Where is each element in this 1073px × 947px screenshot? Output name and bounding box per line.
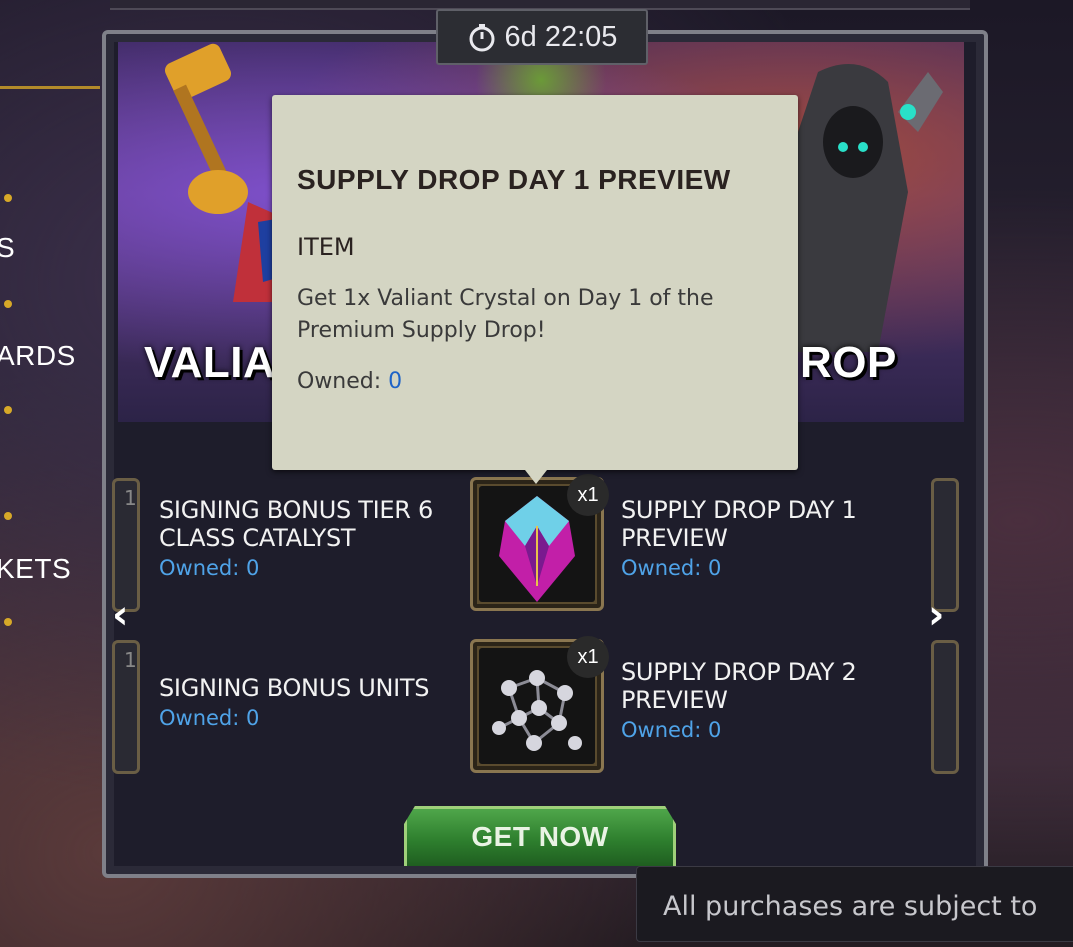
sidebar-bullet [4, 300, 12, 308]
item-owned-count: Owned: 0 [159, 556, 260, 580]
sidebar-item-label[interactable]: KETS [0, 553, 71, 585]
timer-text: 6d 22:05 [504, 20, 618, 53]
item-name: SIGNING BONUS TIER 6 CLASS CATALYST [159, 496, 433, 552]
quantity-badge: x1 [567, 636, 609, 678]
partial-tile-badge: 1 [124, 648, 137, 672]
item-owned-count: Owned: 0 [159, 706, 260, 730]
partial-tile-badge: 1 [124, 486, 137, 510]
purchase-disclaimer: All purchases are subject to [636, 866, 1073, 942]
sidebar-bullet [4, 618, 12, 626]
countdown-timer: 6d 22:05 [436, 9, 648, 65]
sidebar-item-label[interactable]: S [0, 232, 15, 264]
next-arrow-button[interactable]: › [928, 592, 944, 638]
sidebar-bullet [4, 512, 12, 520]
item-name: SIGNING BONUS UNITS [159, 674, 430, 702]
sidebar-bullet [4, 406, 12, 414]
tooltip-owned: Owned: 0 [297, 369, 403, 394]
tooltip-description: Get 1x Valiant Crystal on Day 1 of the P… [297, 286, 714, 343]
sidebar: S ARDS KETS [0, 0, 100, 947]
tooltip-type: ITEM [297, 233, 355, 261]
item-tile-supply-drop-day-1[interactable]: x1 [470, 474, 609, 611]
prev-arrow-button[interactable]: ‹ [112, 592, 128, 638]
tooltip-pointer [525, 470, 547, 484]
item-tooltip: SUPPLY DROP DAY 1 PREVIEW ITEM Get 1x Va… [272, 95, 798, 470]
item-tile-supply-drop-day-2[interactable]: x1 [470, 636, 609, 773]
item-owned-count: Owned: 0 [621, 556, 722, 580]
item-name: SUPPLY DROP DAY 2 PREVIEW [621, 658, 857, 714]
sidebar-item-label[interactable]: ARDS [0, 340, 76, 372]
banner-title-left: VALIA [144, 338, 276, 387]
stopwatch-icon [469, 24, 495, 52]
banner-title-right: ROP [800, 338, 897, 387]
item-owned-count: Owned: 0 [621, 718, 722, 742]
tooltip-title: SUPPLY DROP DAY 1 PREVIEW [297, 164, 731, 195]
partial-item-tile[interactable] [931, 640, 959, 774]
get-now-button[interactable]: GET NOW [404, 806, 676, 866]
tooltip-owned-value: 0 [388, 369, 403, 394]
item-name: SUPPLY DROP DAY 1 PREVIEW [621, 496, 857, 552]
sidebar-divider [0, 86, 100, 89]
sidebar-bullet [4, 194, 12, 202]
quantity-badge: x1 [567, 474, 609, 516]
